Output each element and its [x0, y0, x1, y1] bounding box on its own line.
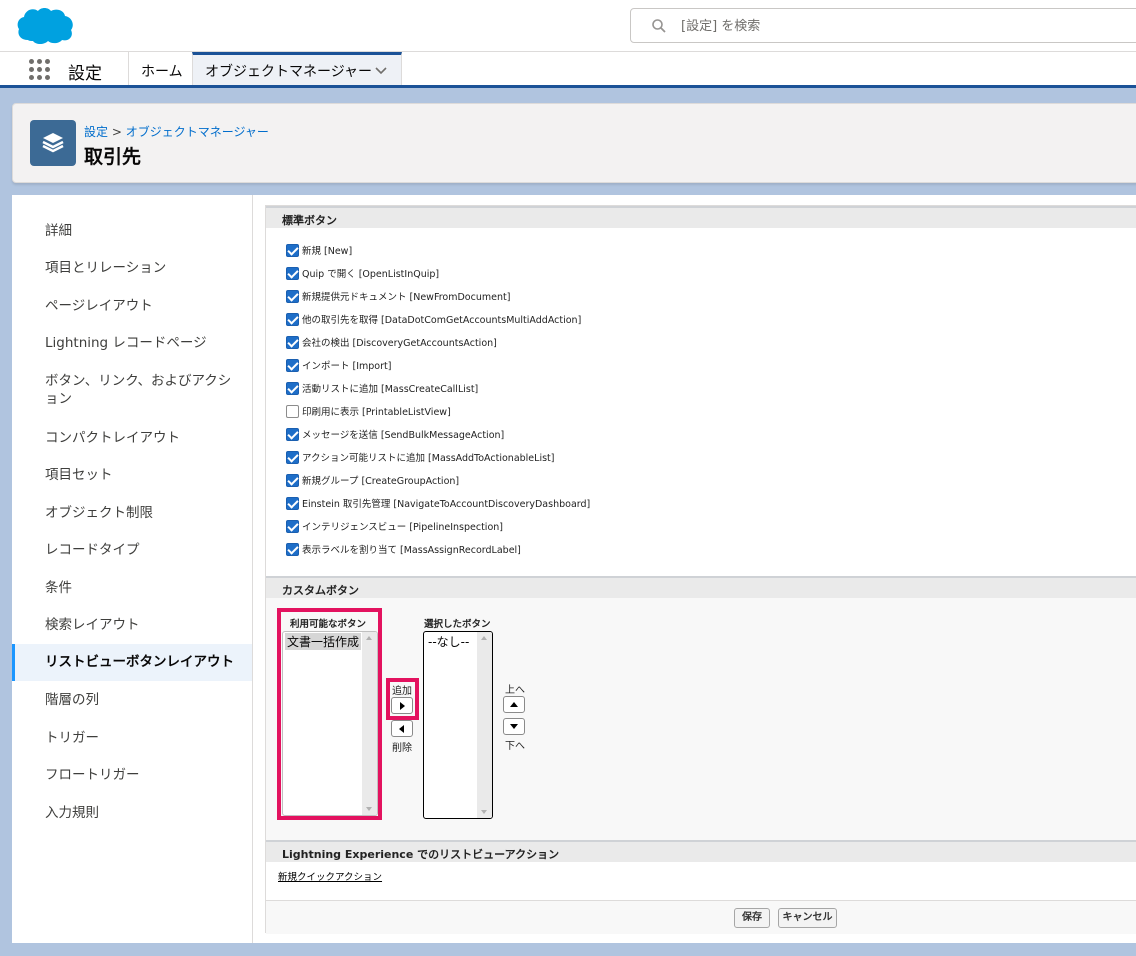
global-header [0, 0, 1136, 52]
checkbox-label: 新規提供元ドキュメント [NewFromDocument] [302, 292, 511, 303]
checkbox[interactable] [286, 267, 299, 280]
sidebar-item-list-view-button-layout[interactable]: リストビューボタンレイアウト [12, 644, 252, 681]
available-highlight [277, 608, 382, 820]
remove-label: 削除 [392, 743, 412, 754]
lightning-actions-header: Lightning Experience でのリストビューアクション [266, 840, 1136, 862]
sidebar-item-fields[interactable]: 項目とリレーション [12, 259, 252, 277]
checkbox[interactable] [286, 543, 299, 556]
sidebar-item-field-sets[interactable]: 項目セット [12, 466, 252, 484]
checkbox-label: メッセージを送信 [SendBulkMessageAction] [302, 430, 505, 441]
breadcrumb-setup[interactable]: 設定 [84, 125, 108, 139]
sidebar-item-triggers[interactable]: トリガー [12, 729, 252, 747]
checkbox-label: 活動リストに追加 [MassCreateCallList] [302, 384, 479, 395]
breadcrumb-separator: > [111, 125, 122, 139]
checkbox[interactable] [286, 474, 299, 487]
checkbox-label: 表示ラベルを割り当て [MassAssignRecordLabel] [302, 545, 521, 556]
standard-buttons-section: 新規 [New] Quip で開く [OpenListInQuip] 新規提供元… [266, 228, 1136, 576]
add-highlight [386, 678, 419, 720]
checkbox-label: インテリジェンスビュー [PipelineInspection] [302, 522, 503, 533]
arrow-up-icon [510, 702, 518, 707]
checkbox[interactable] [286, 359, 299, 372]
sidebar-item-compact-layouts[interactable]: コンパクトレイアウト [12, 429, 252, 447]
checkbox-label: 会社の検出 [DiscoveryGetAccountsAction] [302, 338, 497, 349]
waffle-icon[interactable] [29, 59, 51, 81]
checkbox[interactable] [286, 520, 299, 533]
page-header: 設定 > オブジェクトマネージャー 取引先 [12, 103, 1136, 183]
tab-object-manager-label: オブジェクトマネージャー [205, 64, 373, 80]
checkbox-label: 新規 [New] [302, 246, 353, 257]
move-down-button[interactable] [503, 718, 525, 735]
salesforce-logo[interactable] [16, 6, 74, 46]
sidebar-item-validation-rules[interactable]: 入力規則 [12, 804, 252, 822]
checkbox[interactable] [286, 244, 299, 257]
checkbox-label: インポート [Import] [302, 361, 392, 372]
scrollbar[interactable] [477, 632, 492, 818]
sidebar-item-record-types[interactable]: レコードタイプ [12, 541, 252, 559]
up-label: 上へ [505, 685, 525, 696]
tab-home[interactable]: ホーム [128, 52, 192, 85]
checkbox-label: 印刷用に表示 [PrintableListView] [302, 407, 451, 418]
checkbox-label: Quip で開く [OpenListInQuip] [302, 269, 440, 280]
save-button[interactable]: 保存 [734, 908, 770, 928]
sidebar-item-hierarchy-columns[interactable]: 階層の列 [12, 691, 252, 709]
move-up-button[interactable] [503, 696, 525, 713]
cancel-button[interactable]: キャンセル [778, 908, 837, 928]
layers-icon [30, 120, 76, 166]
lightning-actions-section: 新規クイックアクション [266, 862, 1136, 900]
checkbox[interactable] [286, 405, 299, 418]
button-layout-editor: 標準ボタン 新規 [New] Quip で開く [OpenListInQuip]… [265, 205, 1136, 934]
new-quick-action-link[interactable]: 新規クイックアクション [278, 869, 382, 883]
checkbox-label: Einstein 取引先管理 [NavigateToAccountDiscove… [302, 499, 591, 510]
checkbox[interactable] [286, 428, 299, 441]
sidebar-item-object-limits[interactable]: オブジェクト制限 [12, 504, 252, 522]
arrow-down-icon [510, 724, 518, 729]
checkbox[interactable] [286, 451, 299, 464]
checkbox[interactable] [286, 290, 299, 303]
search-icon [652, 19, 666, 33]
sidebar: 詳細 項目とリレーション ページレイアウト Lightning レコードページ … [12, 195, 253, 943]
sidebar-item-search-layouts[interactable]: 検索レイアウト [12, 616, 252, 634]
breadcrumb-object-manager[interactable]: オブジェクトマネージャー [126, 125, 269, 139]
sidebar-item-details[interactable]: 詳細 [12, 222, 252, 240]
sidebar-item-flow-triggers[interactable]: フロートリガー [12, 766, 252, 784]
down-label: 下へ [505, 741, 525, 752]
sidebar-item-lightning-pages[interactable]: Lightning レコードページ [12, 334, 252, 352]
main-content: 標準ボタン 新規 [New] Quip で開く [OpenListInQuip]… [253, 195, 1136, 943]
checkbox[interactable] [286, 497, 299, 510]
sidebar-item-page-layouts[interactable]: ページレイアウト [12, 297, 252, 315]
custom-buttons-section: 利用可能なボタン 文書一括作成 追加 削除 選択したボタン --なし-- 上へ … [266, 598, 1136, 840]
custom-buttons-header: カスタムボタン [266, 576, 1136, 598]
breadcrumb: 設定 > オブジェクトマネージャー [84, 123, 269, 140]
app-name: 設定 [68, 64, 102, 84]
checkbox-label: 他の取引先を取得 [DataDotComGetAccountsMultiAddA… [302, 315, 582, 326]
checkbox[interactable] [286, 336, 299, 349]
search-box[interactable] [630, 8, 1136, 43]
sidebar-item-buttons-links[interactable]: ボタン、リンク、およびアクション [12, 372, 237, 408]
selected-buttons-listbox[interactable]: --なし-- [423, 631, 493, 819]
selected-buttons-title: 選択したボタン [424, 619, 491, 630]
chevron-down-icon[interactable] [375, 65, 387, 77]
checkbox[interactable] [286, 382, 299, 395]
search-input[interactable] [681, 15, 1101, 37]
checkbox-label: アクション可能リストに追加 [MassAddToActionableList] [302, 453, 555, 464]
arrow-left-icon [399, 725, 404, 733]
nav-bar: 設定 ホーム オブジェクトマネージャー [0, 52, 1136, 88]
remove-button[interactable] [391, 720, 413, 737]
selected-option[interactable]: --なし-- [426, 633, 471, 650]
standard-buttons-header: 標準ボタン [266, 206, 1136, 228]
footer-bar: 保存 キャンセル [266, 900, 1136, 934]
checkbox[interactable] [286, 313, 299, 326]
page-title: 取引先 [84, 146, 142, 168]
sidebar-item-criteria[interactable]: 条件 [12, 579, 252, 597]
tab-object-manager[interactable]: オブジェクトマネージャー [192, 52, 402, 85]
checkbox-label: 新規グループ [CreateGroupAction] [302, 476, 460, 487]
